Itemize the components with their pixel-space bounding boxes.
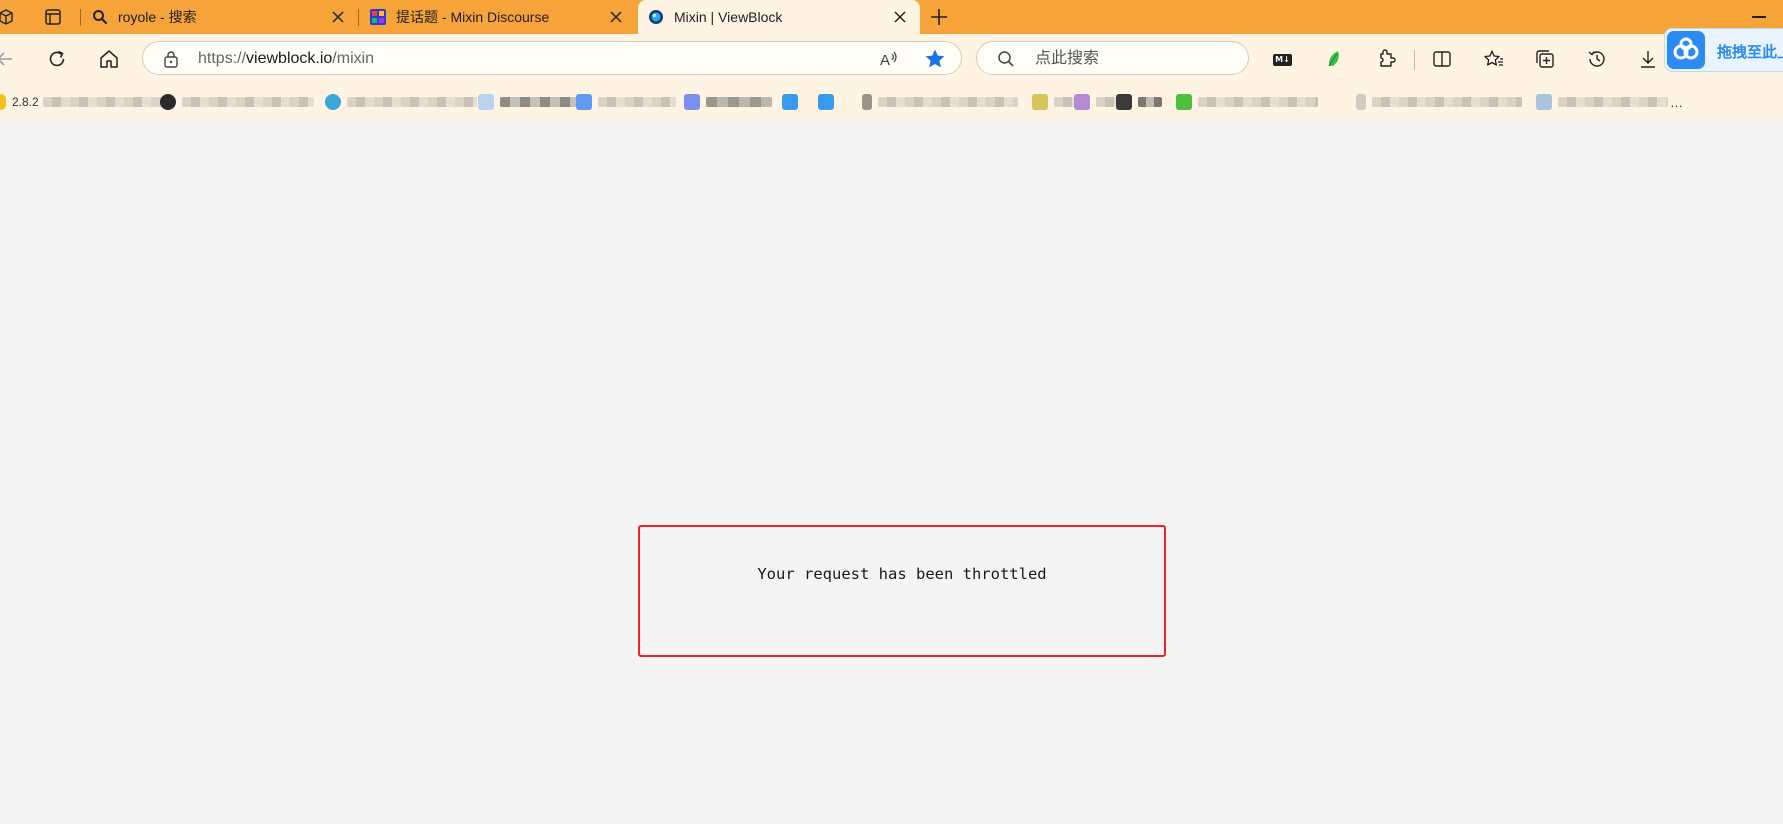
bookmark-label-blurred xyxy=(42,97,168,107)
tab-separator xyxy=(80,9,81,26)
read-aloud-icon[interactable]: A xyxy=(878,48,900,70)
bookmark-favicon-icon xyxy=(862,94,872,110)
bookmark-favicon-icon xyxy=(478,94,494,110)
bookmark-label-blurred xyxy=(878,97,1018,107)
bookmarks-overflow[interactable]: … xyxy=(1670,95,1683,110)
web-search-box[interactable] xyxy=(976,41,1249,75)
search-icon xyxy=(93,10,108,25)
bookmark-item[interactable]: 2.8.2 xyxy=(0,94,168,110)
back-icon[interactable] xyxy=(0,48,16,70)
bookmark-label-blurred xyxy=(1138,97,1162,107)
bookmark-favicon-icon xyxy=(684,94,700,110)
bookmark-label-blurred xyxy=(1096,97,1116,107)
favorite-star-icon[interactable] xyxy=(923,47,947,71)
history-icon[interactable] xyxy=(1586,48,1608,70)
bookmark-item[interactable] xyxy=(1356,94,1522,110)
refresh-icon[interactable] xyxy=(46,48,68,70)
minimize-button[interactable] xyxy=(1752,16,1766,18)
tab-mixin-viewblock[interactable]: Mixin | ViewBlock xyxy=(638,0,920,34)
baidu-netdisk-drop-widget[interactable]: 拖拽至此上 xyxy=(1664,28,1783,72)
bookmark-item[interactable] xyxy=(1074,94,1116,110)
home-icon[interactable] xyxy=(98,48,120,70)
collections-icon[interactable] xyxy=(1534,48,1556,70)
bookmark-item[interactable] xyxy=(862,94,1018,110)
new-tab-icon[interactable] xyxy=(929,7,949,27)
url-scheme: https:// xyxy=(198,50,247,67)
address-bar[interactable]: https://viewblock.io/mixin A xyxy=(142,41,962,75)
bookmark-label-blurred xyxy=(1558,97,1668,107)
tab-separator xyxy=(358,9,359,26)
bookmark-label-blurred xyxy=(1198,97,1318,107)
folder-icon xyxy=(782,94,798,110)
tab-title: 提话题 - Mixin Discourse xyxy=(396,9,550,25)
tab-actions-icon[interactable] xyxy=(44,8,62,26)
bookmark-favicon-icon xyxy=(0,94,6,110)
bookmark-item[interactable] xyxy=(1116,94,1162,110)
bookmark-favicon-icon xyxy=(1074,94,1090,110)
markdown-extension-icon[interactable]: M↓ xyxy=(1273,54,1292,66)
close-icon[interactable] xyxy=(608,9,624,25)
workspaces-icon[interactable] xyxy=(0,8,15,26)
folder-icon xyxy=(818,94,834,110)
baidu-netdisk-logo-icon xyxy=(1667,31,1705,69)
bookmark-favicon-icon xyxy=(1176,94,1192,110)
favorites-icon[interactable] xyxy=(1483,48,1505,70)
bookmark-favicon-icon xyxy=(1536,94,1552,110)
bookmark-item[interactable] xyxy=(1176,94,1318,110)
bookmark-label-blurred xyxy=(347,97,477,107)
bookmark-label-blurred xyxy=(500,97,580,107)
bookmark-label-blurred xyxy=(598,97,676,107)
bookmark-item[interactable] xyxy=(684,94,772,110)
download-icon[interactable] xyxy=(1637,48,1659,70)
folder-icon xyxy=(576,94,592,110)
green-leaf-extension-icon[interactable] xyxy=(1324,48,1346,70)
bookmark-favicon-icon xyxy=(1116,94,1132,110)
bookmark-item[interactable] xyxy=(576,94,676,110)
tab-strip: royole - 搜索 提话题 - Mixin Discourse Mixin … xyxy=(0,0,1783,34)
bookmark-label-blurred xyxy=(182,97,314,107)
folder-bookmark[interactable] xyxy=(818,94,840,110)
highlight-box xyxy=(638,525,1166,657)
bookmark-favicon-icon xyxy=(1356,94,1366,110)
close-icon[interactable] xyxy=(892,9,908,25)
search-icon xyxy=(998,51,1014,67)
bookmark-item[interactable] xyxy=(1032,94,1074,110)
folder-bookmark[interactable] xyxy=(782,94,804,110)
bookmark-label-blurred xyxy=(706,97,772,107)
split-screen-icon[interactable] xyxy=(1431,48,1453,70)
throttle-message: Your request has been throttled xyxy=(757,565,1047,583)
bookmark-favicon-icon xyxy=(325,94,341,110)
baidu-netdisk-label: 拖拽至此上 xyxy=(1717,44,1783,61)
bookmarks-bar: 2.8.2 … xyxy=(0,84,1783,120)
tab-royole-search[interactable]: royole - 搜索 xyxy=(82,0,358,34)
navigation-toolbar: https://viewblock.io/mixin A M↓ xyxy=(0,34,1783,84)
bookmark-favicon-icon xyxy=(1032,94,1048,110)
close-icon[interactable] xyxy=(330,9,346,25)
url-path: /mixin xyxy=(332,50,375,67)
viewblock-favicon xyxy=(649,10,663,24)
url-text: https://viewblock.io/mixin xyxy=(198,50,374,68)
url-host: viewblock.io xyxy=(246,50,333,67)
bookmark-item[interactable] xyxy=(160,94,314,110)
mixin-discourse-favicon xyxy=(370,9,386,25)
bookmark-label-blurred xyxy=(1372,97,1522,107)
toolbar-separator xyxy=(1414,50,1415,70)
github-favicon-icon xyxy=(160,94,176,110)
tab-title: Mixin | ViewBlock xyxy=(674,9,783,25)
tab-mixin-discourse[interactable]: 提话题 - Mixin Discourse xyxy=(360,0,636,34)
lock-icon[interactable] xyxy=(163,50,179,68)
tab-title: royole - 搜索 xyxy=(118,9,197,25)
extensions-icon[interactable] xyxy=(1375,48,1397,70)
bookmark-label-blurred xyxy=(1054,97,1074,107)
bookmark-item[interactable] xyxy=(478,94,580,110)
svg-text:A: A xyxy=(880,52,890,69)
bookmark-item[interactable] xyxy=(325,94,477,110)
bookmark-label: 2.8.2 xyxy=(12,95,39,109)
bookmark-item[interactable]: … xyxy=(1536,94,1683,110)
search-input[interactable] xyxy=(1033,48,1237,70)
